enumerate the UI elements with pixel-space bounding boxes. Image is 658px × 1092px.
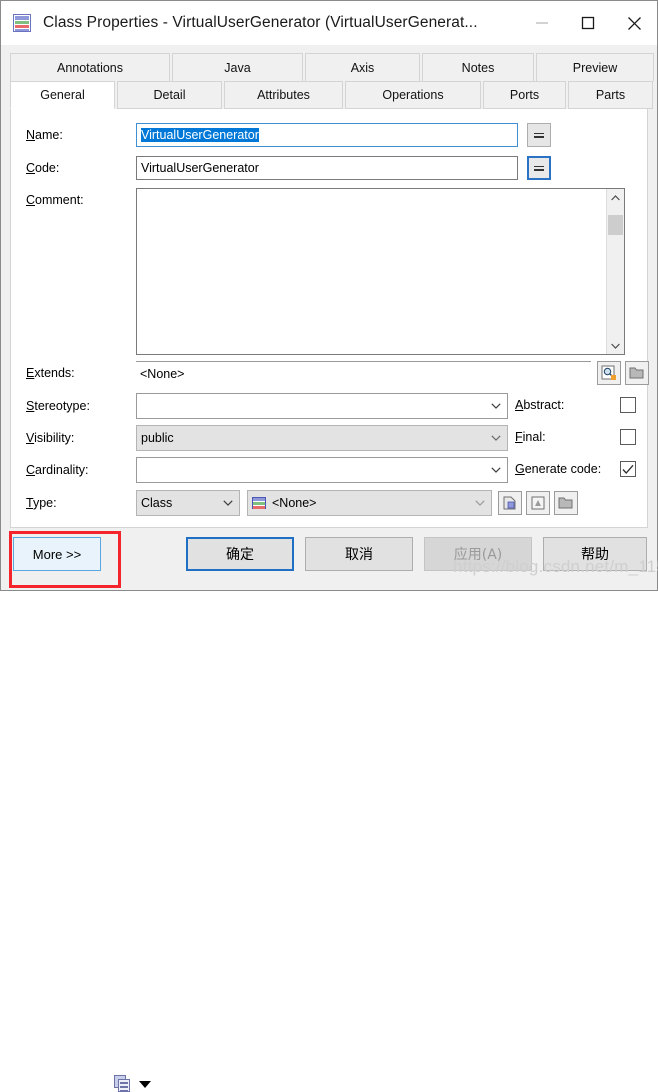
object-properties-icon bbox=[558, 497, 573, 509]
cardinality-label: Cardinality: bbox=[26, 463, 89, 477]
final-row: Final: bbox=[515, 429, 636, 445]
type-create-button[interactable] bbox=[498, 491, 522, 515]
name-row: Name: VirtualUserGenerator bbox=[26, 123, 551, 147]
create-object-icon bbox=[503, 496, 516, 510]
abstract-row: Abstract: bbox=[515, 397, 636, 413]
equals-icon bbox=[534, 132, 544, 139]
general-tab-panel: Name: VirtualUserGenerator Code: Virtual… bbox=[10, 109, 649, 528]
extends-value: <None> bbox=[140, 367, 185, 381]
code-equals-button[interactable] bbox=[527, 156, 551, 180]
comment-text[interactable] bbox=[137, 189, 606, 354]
chevron-down-icon bbox=[473, 500, 487, 506]
type-target-combo[interactable]: <None> bbox=[247, 490, 492, 516]
chevron-down-icon[interactable] bbox=[139, 1081, 151, 1088]
chevron-down-icon bbox=[221, 500, 235, 506]
tab-axis[interactable]: Axis bbox=[305, 53, 420, 81]
generate-code-checkbox[interactable] bbox=[620, 461, 636, 477]
final-label: Final: bbox=[515, 430, 546, 444]
window-title: Class Properties - VirtualUserGenerator … bbox=[43, 14, 478, 31]
close-icon[interactable] bbox=[611, 1, 657, 45]
type-properties-button[interactable] bbox=[554, 491, 578, 515]
title-bar: Class Properties - VirtualUserGenerator … bbox=[1, 1, 657, 45]
abstract-checkbox[interactable] bbox=[620, 397, 636, 413]
minimize-icon[interactable] bbox=[519, 1, 565, 45]
class-properties-window: Class Properties - VirtualUserGenerator … bbox=[0, 0, 658, 1092]
scrollbar-thumb[interactable] bbox=[608, 215, 623, 235]
name-label: Name: bbox=[26, 128, 63, 142]
tab-ports[interactable]: Ports bbox=[483, 81, 566, 109]
scroll-up-icon[interactable] bbox=[607, 189, 624, 206]
tab-parts[interactable]: Parts bbox=[568, 81, 653, 109]
equals-icon bbox=[534, 165, 544, 172]
tab-strip: Annotations Java Axis Notes Preview Gene… bbox=[10, 53, 654, 109]
object-properties-icon bbox=[629, 367, 644, 379]
extends-properties-button[interactable] bbox=[625, 361, 649, 385]
type-select-button[interactable] bbox=[526, 491, 550, 515]
abstract-label: Abstract: bbox=[515, 398, 565, 412]
tab-row-upper: Annotations Java Axis Notes Preview bbox=[10, 53, 654, 81]
visibility-value: public bbox=[141, 431, 174, 445]
cancel-button[interactable]: 取消 bbox=[305, 537, 413, 571]
code-input-value: VirtualUserGenerator bbox=[141, 161, 259, 175]
check-icon bbox=[622, 464, 634, 474]
more-button[interactable]: More >> bbox=[13, 537, 101, 571]
type-label: Type: bbox=[26, 496, 57, 510]
visibility-label: Visibility: bbox=[26, 431, 75, 445]
tab-java[interactable]: Java bbox=[172, 53, 303, 81]
chevron-down-icon bbox=[489, 467, 503, 473]
tab-preview[interactable]: Preview bbox=[536, 53, 654, 81]
window-controls bbox=[519, 1, 657, 45]
cardinality-combo[interactable] bbox=[136, 457, 508, 483]
type-kind-combo[interactable]: Class bbox=[136, 490, 240, 516]
type-kind-value: Class bbox=[141, 496, 173, 510]
stereotype-row: Stereotype: bbox=[26, 393, 508, 419]
copy-dropdown-icon[interactable] bbox=[114, 1075, 130, 1092]
tab-attributes[interactable]: Attributes bbox=[224, 81, 343, 109]
comment-scrollbar[interactable] bbox=[606, 189, 624, 354]
tab-operations[interactable]: Operations bbox=[345, 81, 481, 109]
stereotype-label: Stereotype: bbox=[26, 399, 90, 413]
name-input-value: VirtualUserGenerator bbox=[141, 128, 259, 142]
stereotype-combo[interactable] bbox=[136, 393, 508, 419]
extends-browse-button[interactable] bbox=[597, 361, 621, 385]
generate-code-row: Generate code: bbox=[515, 461, 636, 477]
type-target-value: <None> bbox=[272, 496, 317, 510]
tab-general[interactable]: General bbox=[10, 81, 115, 109]
visibility-row: Visibility: public bbox=[26, 425, 508, 451]
visibility-combo[interactable]: public bbox=[136, 425, 508, 451]
code-input[interactable]: VirtualUserGenerator bbox=[136, 156, 518, 180]
code-row: Code: VirtualUserGenerator bbox=[26, 156, 551, 180]
watermark: https://blog.csdn.net/m_1153 bbox=[453, 557, 658, 576]
chevron-down-icon bbox=[489, 403, 503, 409]
ok-button[interactable]: 确定 bbox=[186, 537, 294, 571]
final-checkbox[interactable] bbox=[620, 429, 636, 445]
code-label: Code: bbox=[26, 161, 60, 175]
magnifier-browse-icon bbox=[601, 365, 616, 380]
class-table-icon bbox=[252, 497, 266, 509]
tab-annotations[interactable]: Annotations bbox=[10, 53, 170, 81]
scroll-down-icon[interactable] bbox=[607, 337, 624, 354]
tab-notes[interactable]: Notes bbox=[422, 53, 534, 81]
type-row: Type: Class <None> bbox=[26, 490, 578, 516]
name-input[interactable]: VirtualUserGenerator bbox=[136, 123, 518, 147]
extends-row: Extends: <None> bbox=[26, 361, 649, 385]
extends-field[interactable]: <None> bbox=[136, 361, 591, 385]
class-table-icon bbox=[13, 14, 31, 32]
extends-label: Extends: bbox=[26, 366, 75, 380]
chevron-down-icon bbox=[489, 435, 503, 441]
tab-row-lower: General Detail Attributes Operations Por… bbox=[10, 81, 653, 109]
name-equals-button[interactable] bbox=[527, 123, 551, 147]
comment-textarea[interactable] bbox=[136, 188, 625, 355]
cardinality-row: Cardinality: bbox=[26, 457, 508, 483]
maximize-icon[interactable] bbox=[565, 1, 611, 45]
tab-detail[interactable]: Detail bbox=[117, 81, 222, 109]
comment-label: Comment: bbox=[26, 193, 84, 207]
select-object-icon bbox=[531, 496, 545, 510]
generate-code-label: Generate code: bbox=[515, 462, 602, 476]
